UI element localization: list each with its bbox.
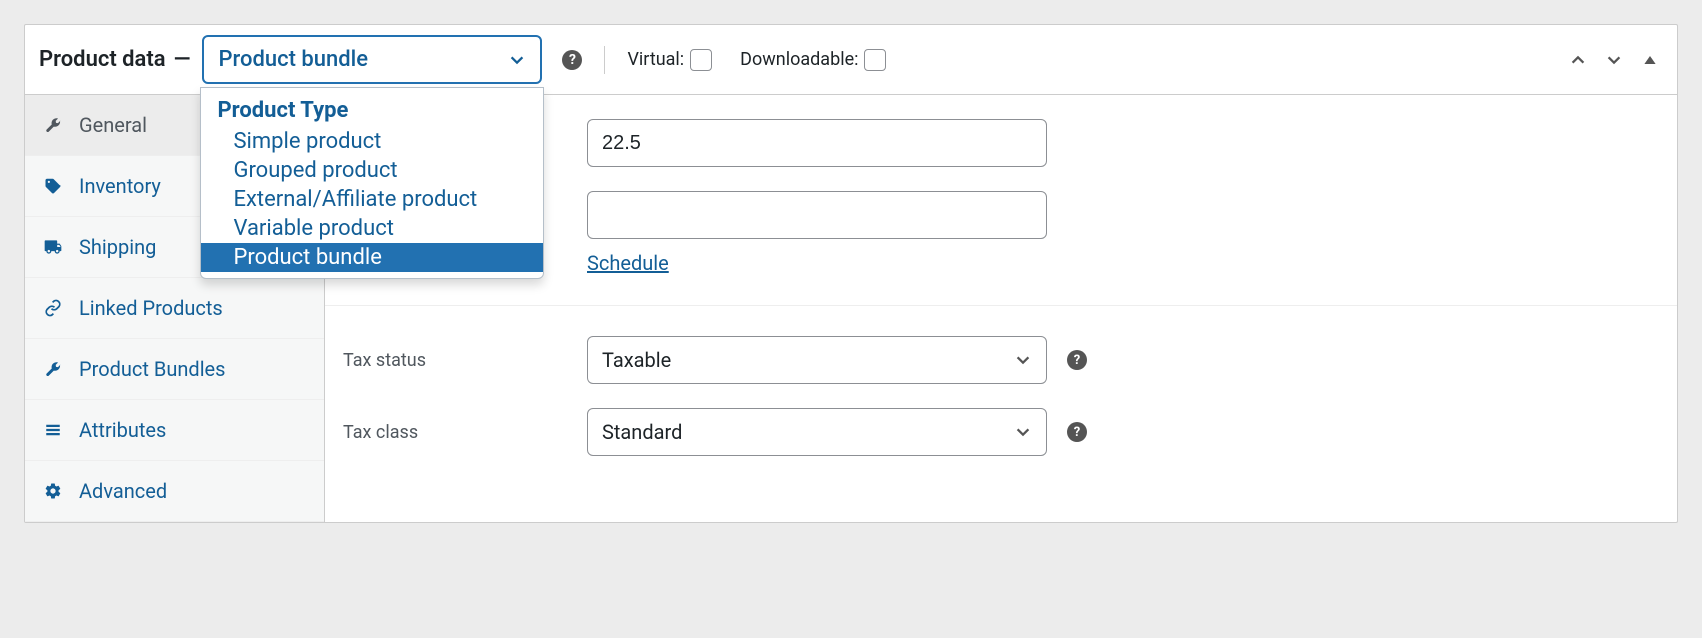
sidebar-item-advanced[interactable]: Advanced (25, 461, 324, 522)
option-simple-product[interactable]: Simple product (201, 127, 543, 156)
help-icon[interactable]: ? (1067, 422, 1087, 442)
vertical-divider (604, 46, 605, 74)
option-grouped-product[interactable]: Grouped product (201, 156, 543, 185)
sidebar-item-label: Advanced (79, 479, 167, 503)
panel-toggle-controls (1565, 47, 1663, 73)
sidebar-item-label: Linked Products (79, 296, 223, 320)
dropdown-group-label: Product Type (201, 94, 543, 127)
sale-price-input[interactable] (587, 191, 1047, 239)
chevron-down-icon (1014, 351, 1032, 369)
sidebar-item-linked-products[interactable]: Linked Products (25, 278, 324, 339)
downloadable-checkbox[interactable] (864, 49, 886, 71)
sidebar-item-attributes[interactable]: Attributes (25, 400, 324, 461)
regular-price-input[interactable] (587, 119, 1047, 167)
sidebar-item-label: Product Bundles (79, 357, 225, 381)
tax-class-label: Tax class (343, 422, 587, 443)
option-external-affiliate[interactable]: External/Affiliate product (201, 185, 543, 214)
help-icon[interactable]: ? (562, 50, 582, 70)
virtual-checkbox[interactable] (690, 49, 712, 71)
option-product-bundle[interactable]: Product bundle (201, 243, 543, 272)
tag-icon (43, 176, 63, 196)
tax-class-select[interactable]: Standard (587, 408, 1047, 456)
option-variable-product[interactable]: Variable product (201, 214, 543, 243)
virtual-label: Virtual: (627, 49, 684, 70)
wrench-icon (43, 115, 63, 135)
link-icon (43, 298, 63, 318)
downloadable-label: Downloadable: (740, 49, 858, 70)
product-data-panel: Product data — Product bundle Product Ty… (24, 24, 1678, 523)
wrench-icon (43, 359, 63, 379)
title-dash: — (174, 47, 191, 72)
sidebar-item-label: Inventory (79, 174, 161, 198)
tax-class-value: Standard (602, 420, 682, 444)
horizontal-divider (325, 305, 1677, 306)
collapse-icon[interactable] (1637, 47, 1663, 73)
sidebar-item-product-bundles[interactable]: Product Bundles (25, 339, 324, 400)
sidebar-item-label: General (79, 113, 147, 137)
tax-class-row: Tax class Standard ? (325, 396, 1677, 468)
schedule-link[interactable]: Schedule (587, 251, 669, 275)
move-down-icon[interactable] (1601, 47, 1627, 73)
truck-icon (43, 237, 63, 257)
product-type-selected-label: Product bundle (218, 47, 368, 72)
tax-status-select[interactable]: Taxable (587, 336, 1047, 384)
tax-status-row: Tax status Taxable ? (325, 324, 1677, 396)
product-type-select-box[interactable]: Product bundle (202, 35, 542, 84)
sidebar-item-label: Attributes (79, 418, 166, 442)
sidebar-item-label: Shipping (79, 235, 156, 259)
product-type-select[interactable]: Product bundle Product Type Simple produ… (202, 35, 542, 84)
move-up-icon[interactable] (1565, 47, 1591, 73)
help-icon[interactable]: ? (1067, 350, 1087, 370)
chevron-down-icon (508, 51, 526, 69)
chevron-down-icon (1014, 423, 1032, 441)
panel-title: Product data (39, 47, 166, 72)
tax-status-value: Taxable (602, 348, 671, 372)
panel-header: Product data — Product bundle Product Ty… (25, 25, 1677, 95)
product-type-dropdown: Product Type Simple product Grouped prod… (200, 87, 544, 279)
gear-icon (43, 481, 63, 501)
tax-status-label: Tax status (343, 350, 587, 371)
list-icon (43, 420, 63, 440)
